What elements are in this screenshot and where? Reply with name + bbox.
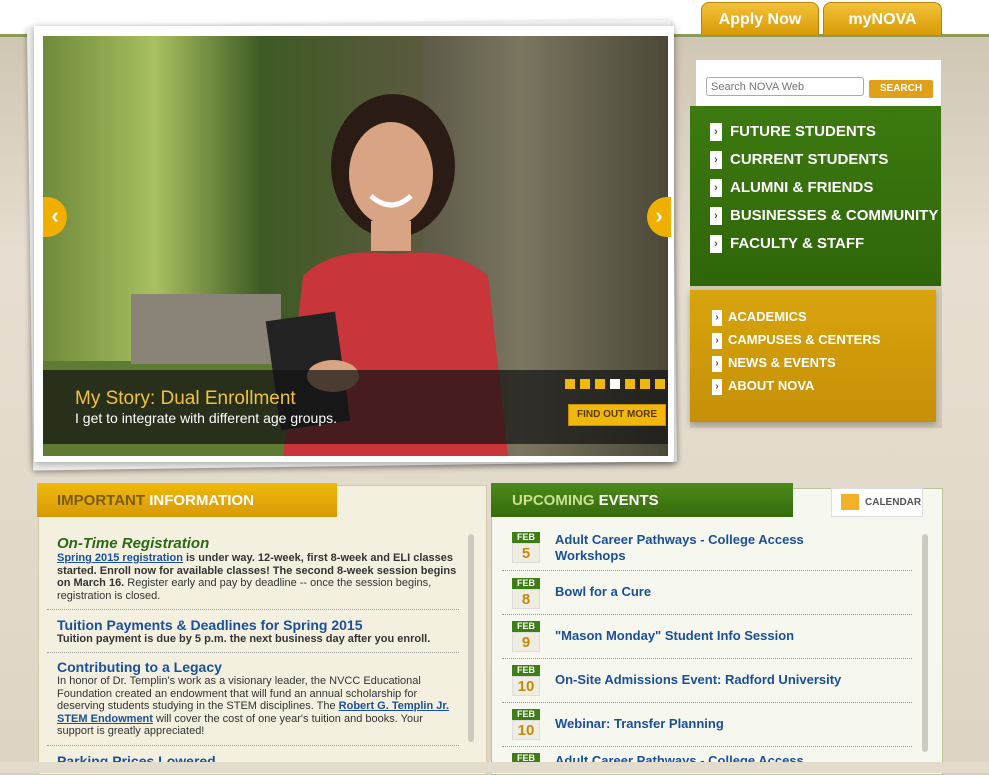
event-date: FEB 10 — [512, 665, 542, 699]
nav-label: NEWS & EVENTS — [728, 355, 836, 370]
search-input[interactable] — [706, 77, 864, 96]
nav-label: ALUMNI & FRIENDS — [730, 179, 874, 196]
registration-link[interactable]: Spring 2015 registration — [57, 552, 183, 564]
info-title[interactable]: On-Time Registration — [57, 535, 457, 552]
event-month: FEB — [512, 709, 540, 720]
apply-now-tab[interactable]: Apply Now — [701, 2, 819, 35]
divider — [502, 702, 912, 703]
slide-dot[interactable] — [640, 379, 650, 389]
hero-subtitle: I get to integrate with different age gr… — [75, 410, 338, 426]
event-month: FEB — [512, 665, 540, 676]
chevron-right-icon: › — [710, 207, 722, 226]
nav-current-students[interactable]: › CURRENT STUDENTS — [710, 149, 888, 171]
divider — [47, 745, 459, 746]
event-title[interactable]: On-Site Admissions Event: Radford Univer… — [555, 672, 855, 688]
event-day: 10 — [512, 676, 540, 696]
event-month: FEB — [512, 621, 540, 632]
slide-indicators — [565, 376, 670, 394]
chevron-right-icon: › — [710, 235, 722, 254]
nav-future-students[interactable]: › FUTURE STUDENTS — [710, 121, 876, 143]
info-title[interactable]: Tuition Payments & Deadlines for Spring … — [57, 617, 457, 633]
slide-dot[interactable] — [580, 379, 590, 389]
mynova-tab[interactable]: myNOVA — [823, 2, 942, 35]
info-scrollbar[interactable] — [468, 534, 474, 742]
slide-dot-active[interactable] — [610, 379, 620, 389]
event-date: FEB 5 — [512, 532, 542, 566]
chevron-right-icon: › — [712, 378, 722, 395]
nav-campuses-centers[interactable]: › CAMPUSES & CENTERS — [712, 330, 880, 350]
event-day: 5 — [512, 543, 540, 563]
event-title[interactable]: "Mason Monday" Student Info Session — [555, 628, 855, 644]
chevron-right-icon: › — [712, 332, 722, 349]
heading-bright: EVENTS — [598, 492, 659, 509]
info-body: In honor of Dr. Templin's work as a visi… — [57, 675, 457, 738]
info-body: Spring 2015 registration is under way. 1… — [57, 552, 457, 602]
info-item-registration: On-Time Registration Spring 2015 registr… — [57, 535, 457, 602]
search-button[interactable]: SEARCH — [869, 80, 933, 98]
event-day: 10 — [512, 720, 540, 740]
event-title[interactable]: Adult Career Pathways - College Access W… — [555, 532, 855, 564]
calendar-tab[interactable]: CALENDAR — [831, 488, 923, 517]
events-scrollbar[interactable] — [922, 534, 928, 752]
nav-faculty-staff[interactable]: › FACULTY & STAFF — [710, 233, 864, 255]
chevron-right-icon: › — [710, 179, 722, 198]
nav-label: BUSINESSES & COMMUNITY — [730, 207, 939, 224]
divider — [502, 614, 912, 615]
event-date: FEB 9 — [512, 621, 542, 655]
nav-label: CAMPUSES & CENTERS — [728, 332, 881, 347]
divider — [502, 658, 912, 659]
heading-dim: IMPORTANT — [57, 492, 146, 509]
info-item-tuition: Tuition Payments & Deadlines for Spring … — [57, 617, 457, 646]
nav-academics[interactable]: › ACADEMICS — [712, 307, 807, 327]
bottom-edge — [0, 762, 989, 773]
nav-label: ABOUT NOVA — [728, 378, 815, 393]
info-body: Tuition payment is due by 5 p.m. the nex… — [57, 633, 431, 645]
info-item-legacy: Contributing to a Legacy In honor of Dr.… — [57, 659, 457, 738]
event-title[interactable]: Bowl for a Cure — [555, 584, 855, 600]
nav-label: FUTURE STUDENTS — [730, 123, 876, 140]
nav-businesses-community[interactable]: › BUSINESSES & COMMUNITY — [710, 205, 938, 227]
event-title[interactable]: Webinar: Transfer Planning — [555, 716, 855, 732]
heading-dim: UPCOMING — [512, 492, 595, 509]
slide-dot[interactable] — [625, 379, 635, 389]
calendar-label: CALENDAR — [865, 497, 922, 508]
heading-bright: INFORMATION — [149, 492, 254, 509]
chevron-right-icon: › — [710, 151, 722, 170]
divider — [502, 746, 912, 747]
divider — [502, 570, 912, 571]
events-heading: UPCOMING EVENTS — [512, 492, 659, 509]
event-day: 9 — [512, 632, 540, 652]
chevron-right-icon: › — [712, 355, 722, 372]
event-row[interactable]: FEB 8 Bowl for a Cure — [503, 578, 913, 622]
slide-dot[interactable] — [565, 379, 575, 389]
hero-title[interactable]: My Story: Dual Enrollment — [75, 388, 296, 410]
chevron-right-icon: › — [710, 123, 722, 142]
nav-alumni-friends[interactable]: › ALUMNI & FRIENDS — [710, 177, 873, 199]
nav-about-nova[interactable]: › ABOUT NOVA — [712, 376, 814, 396]
nav-label: ACADEMICS — [728, 309, 807, 324]
slide-dot[interactable] — [655, 379, 665, 389]
divider — [47, 652, 459, 653]
chevron-right-icon: › — [712, 309, 722, 326]
divider — [47, 609, 459, 610]
nav-label: FACULTY & STAFF — [730, 235, 865, 252]
event-date: FEB 10 — [512, 709, 542, 743]
nav-label: CURRENT STUDENTS — [730, 151, 889, 168]
find-out-more-button[interactable]: FIND OUT MORE — [568, 404, 666, 426]
calendar-icon — [841, 494, 859, 511]
event-month: FEB — [512, 532, 540, 543]
nav-news-events[interactable]: › NEWS & EVENTS — [712, 353, 836, 373]
event-month: FEB — [512, 578, 540, 589]
event-date: FEB 8 — [512, 578, 542, 612]
info-title[interactable]: Contributing to a Legacy — [57, 659, 457, 675]
event-day: 8 — [512, 589, 540, 609]
slide-dot[interactable] — [595, 379, 605, 389]
important-info-heading: IMPORTANT INFORMATION — [57, 492, 254, 509]
